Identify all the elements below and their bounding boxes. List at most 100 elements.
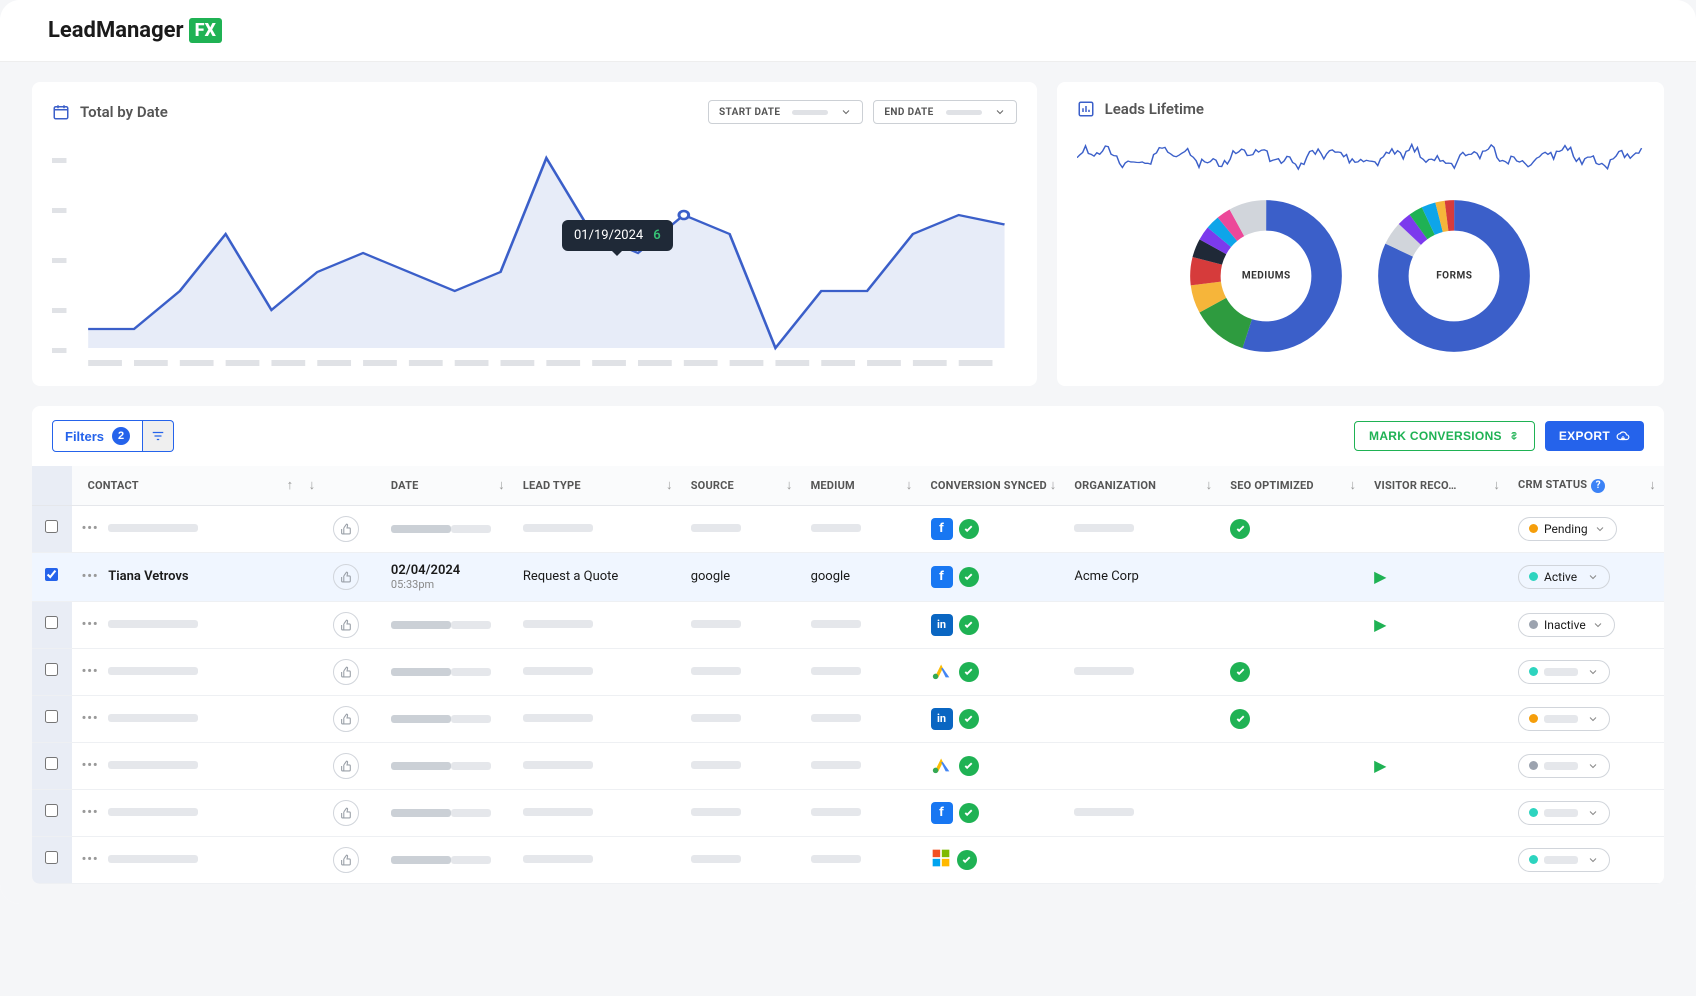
sort-down-icon[interactable]: ↓	[1206, 477, 1213, 493]
sort-down-icon[interactable]: ↓	[666, 477, 673, 493]
chevron-down-icon	[994, 106, 1006, 118]
col-lead-type[interactable]: LEAD TYPE↓	[513, 466, 681, 505]
row-checkbox[interactable]	[45, 616, 58, 629]
mark-conversions-button[interactable]: MARK CONVERSIONS	[1354, 421, 1535, 451]
col-conversion[interactable]: CONVERSION SYNCED↓	[921, 466, 1065, 505]
sort-down-icon[interactable]: ↓	[1493, 477, 1500, 493]
date-cell	[381, 836, 513, 883]
lead-type-cell	[513, 695, 681, 742]
visitor-cell	[1364, 789, 1508, 836]
col-source[interactable]: SOURCE↓	[681, 466, 801, 505]
col-date[interactable]: DATE↓	[381, 466, 513, 505]
table-row[interactable]: •••	[32, 648, 1664, 695]
table-row[interactable]: ••• in▶Inactive	[32, 601, 1664, 648]
play-icon[interactable]: ▶	[1374, 615, 1386, 634]
start-date-picker[interactable]: START DATE	[708, 100, 863, 124]
crm-status-selector[interactable]: Active	[1518, 565, 1610, 589]
row-actions-menu[interactable]: •••	[82, 569, 99, 584]
thumbs-up-button[interactable]	[333, 847, 359, 873]
card-head: Total by Date START DATE END DATE	[52, 100, 1017, 124]
source-cell: google	[681, 552, 801, 601]
row-actions-menu[interactable]: •••	[82, 617, 99, 632]
thumbs-up-button[interactable]	[333, 612, 359, 638]
crm-status-selector[interactable]	[1518, 801, 1610, 825]
crm-status-selector[interactable]	[1518, 754, 1610, 778]
lead-type-cell	[513, 505, 681, 552]
donut-forms[interactable]: FORMS	[1374, 196, 1534, 356]
crm-cell	[1508, 695, 1664, 742]
crm-status-selector[interactable]	[1518, 660, 1610, 684]
row-checkbox[interactable]	[45, 757, 58, 770]
thumbs-up-button[interactable]	[333, 800, 359, 826]
crm-status-selector[interactable]: Inactive	[1518, 613, 1615, 637]
row-checkbox[interactable]	[45, 568, 58, 581]
sort-down-icon[interactable]: ↓	[1649, 477, 1656, 493]
date-cell	[381, 648, 513, 695]
sort-down-icon[interactable]: ↓	[498, 477, 505, 493]
crm-status-label: Inactive	[1544, 618, 1586, 632]
sort-down-icon[interactable]: ↓	[906, 477, 913, 493]
visitor-cell	[1364, 836, 1508, 883]
sort-down-icon[interactable]: ↓	[1349, 477, 1356, 493]
table-row[interactable]: ••• in	[32, 695, 1664, 742]
chevron-down-icon	[1587, 713, 1599, 725]
thumb-cell	[323, 695, 381, 742]
play-icon[interactable]: ▶	[1374, 756, 1386, 775]
sort-down-icon[interactable]: ↓	[1050, 477, 1057, 493]
sparkline	[1077, 132, 1644, 182]
table-scroll[interactable]: CONTACT↑↓ DATE↓ LEAD TYPE↓ SOURCE↓ MEDIU…	[32, 466, 1664, 884]
row-actions-menu[interactable]: •••	[82, 852, 99, 867]
end-date-picker[interactable]: END DATE	[873, 100, 1016, 124]
row-checkbox[interactable]	[45, 804, 58, 817]
leads-table-card: Filters 2 MARK CONVERSIONS EXPORT	[32, 406, 1664, 884]
table-row[interactable]: ••• fPending	[32, 505, 1664, 552]
help-icon[interactable]: ?	[1591, 479, 1605, 493]
thumbs-up-button[interactable]	[333, 516, 359, 542]
thumbs-up-button[interactable]	[333, 564, 359, 590]
row-actions-menu[interactable]: •••	[82, 664, 99, 679]
table-row[interactable]: •••	[32, 836, 1664, 883]
table-row[interactable]: ••• Tiana Vetrovs02/04/202405:33pmReques…	[32, 552, 1664, 601]
row-checkbox[interactable]	[45, 851, 58, 864]
col-visitor[interactable]: VISITOR RECO…↓	[1364, 466, 1508, 505]
organization-cell	[1064, 695, 1220, 742]
col-organization[interactable]: ORGANIZATION↓	[1064, 466, 1220, 505]
export-button[interactable]: EXPORT	[1545, 421, 1644, 451]
google-ads-icon	[931, 753, 953, 779]
row-checkbox[interactable]	[45, 710, 58, 723]
check-icon	[1230, 662, 1250, 682]
thumbs-up-button[interactable]	[333, 706, 359, 732]
col-seo[interactable]: SEO OPTIMIZED↓	[1220, 466, 1364, 505]
row-actions-menu[interactable]: •••	[82, 711, 99, 726]
sort-down-icon[interactable]: ↓	[786, 477, 793, 493]
col-crm[interactable]: CRM STATUS?↓	[1508, 466, 1664, 505]
crm-status-selector[interactable]	[1518, 848, 1610, 872]
row-checkbox-cell	[32, 695, 72, 742]
contact-cell: •••	[72, 648, 324, 695]
row-actions-menu[interactable]: •••	[82, 805, 99, 820]
sort-down-icon[interactable]: ↓	[309, 477, 316, 493]
thumbs-up-button[interactable]	[333, 659, 359, 685]
filters-button[interactable]: Filters 2	[52, 420, 143, 452]
chart-total: 01/19/2024 6	[52, 138, 1017, 368]
table-row[interactable]: ••• f	[32, 789, 1664, 836]
sort-up-icon[interactable]: ↑	[287, 477, 294, 493]
col-contact[interactable]: CONTACT↑↓	[72, 466, 324, 505]
crm-status-selector[interactable]	[1518, 707, 1610, 731]
tooltip-value: 6	[653, 228, 660, 243]
row-checkbox[interactable]	[45, 663, 58, 676]
table-row[interactable]: ••• ▶	[32, 742, 1664, 789]
row-checkbox[interactable]	[45, 520, 58, 533]
donut-mediums[interactable]: MEDIUMS	[1186, 196, 1346, 356]
contact-cell: •••	[72, 505, 324, 552]
crm-status-label: Active	[1544, 570, 1577, 584]
crm-status-selector[interactable]: Pending	[1518, 517, 1617, 541]
col-medium[interactable]: MEDIUM↓	[801, 466, 921, 505]
row-actions-menu[interactable]: •••	[82, 521, 99, 536]
thumbs-up-button[interactable]	[333, 753, 359, 779]
play-icon[interactable]: ▶	[1374, 567, 1386, 586]
filter-lines-icon	[151, 429, 165, 443]
filters-settings-button[interactable]	[143, 420, 174, 452]
row-checkbox-cell	[32, 505, 72, 552]
row-actions-menu[interactable]: •••	[82, 758, 99, 773]
